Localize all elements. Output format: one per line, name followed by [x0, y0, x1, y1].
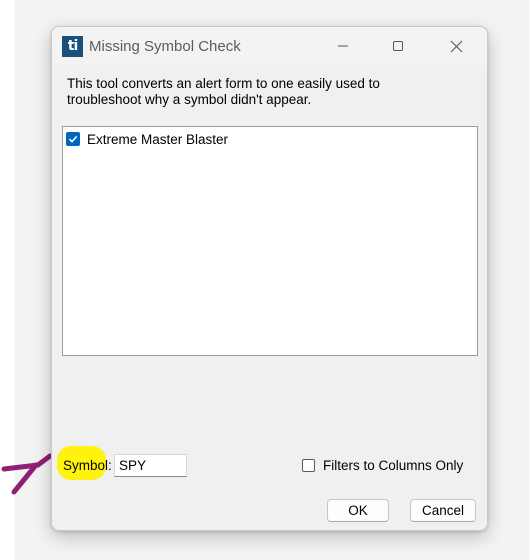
missing-symbol-dialog: ti Missing Symbol Check This tool conver…: [51, 26, 488, 531]
close-icon: [450, 40, 462, 52]
alert-list[interactable]: Extreme Master Blaster: [62, 126, 478, 356]
description-text: This tool converts an alert form to one …: [67, 76, 467, 108]
app-icon-letters: ti: [67, 38, 78, 54]
close-button[interactable]: [433, 27, 479, 65]
filters-label: Filters to Columns Only: [323, 458, 464, 473]
maximize-button[interactable]: [375, 27, 421, 65]
description-line-1: This tool converts an alert form to one …: [67, 76, 380, 91]
maximize-icon: [393, 41, 403, 51]
cancel-button[interactable]: Cancel: [410, 499, 476, 522]
checkmark-icon: [68, 135, 78, 143]
minimize-button[interactable]: [320, 27, 366, 65]
list-item-label: Extreme Master Blaster: [87, 131, 229, 147]
filters-to-columns-option[interactable]: Filters to Columns Only: [302, 458, 463, 473]
titlebar: ti Missing Symbol Check: [52, 27, 487, 65]
minimize-icon: [338, 45, 348, 47]
description-line-2: troubleshoot why a symbol didn't appear.: [67, 92, 312, 107]
ti-app-icon: ti: [62, 36, 83, 57]
ok-button[interactable]: OK: [327, 499, 389, 522]
window-title: Missing Symbol Check: [89, 38, 241, 55]
item-checkbox[interactable]: [66, 132, 80, 146]
list-item[interactable]: Extreme Master Blaster: [66, 131, 228, 147]
symbol-input[interactable]: [114, 454, 187, 477]
filters-checkbox[interactable]: [302, 459, 315, 472]
symbol-label: Symbol:: [63, 458, 112, 473]
